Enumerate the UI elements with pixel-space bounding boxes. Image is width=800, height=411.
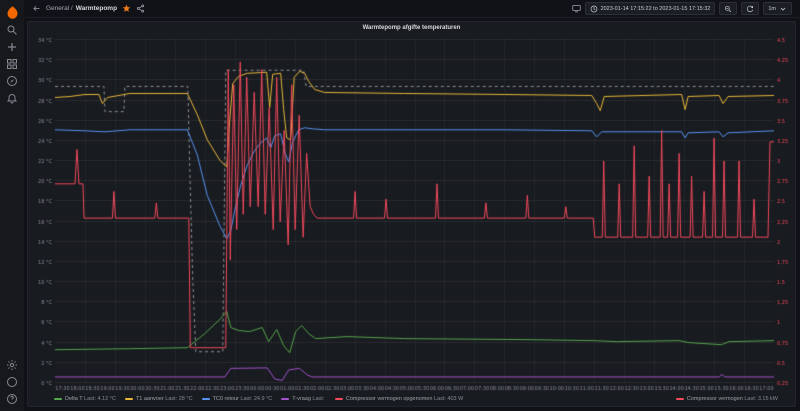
share-icon bbox=[136, 4, 145, 13]
sidebar-item-configuration[interactable] bbox=[3, 356, 21, 373]
grafana-app: General / Warmtepomp 2023-01-14 17:15:22… bbox=[0, 0, 800, 411]
refresh-icon bbox=[747, 5, 754, 12]
time-range-label: 2023-01-14 17:15:22 to 2023-01-15 17:15:… bbox=[600, 5, 711, 12]
legend-series-name: T1 aanvoer bbox=[135, 396, 164, 402]
breadcrumb: General / Warmtepomp bbox=[46, 5, 117, 12]
timeseries-chart[interactable] bbox=[28, 34, 795, 393]
refresh-interval-label: 1m bbox=[768, 5, 776, 12]
legend-left-group: Delta T Last: 4.12 °C T1 aanvoer Last: 28… bbox=[54, 393, 472, 405]
search-icon bbox=[7, 25, 17, 35]
sidebar-item-dashboards[interactable] bbox=[3, 55, 21, 72]
chart-legend: Delta T Last: 4.12 °C T1 aanvoer Last: 28… bbox=[28, 393, 795, 406]
cycle-view-button[interactable] bbox=[571, 4, 581, 13]
legend-series-name: Delta T bbox=[65, 396, 83, 402]
sidebar-item-user[interactable] bbox=[3, 373, 21, 390]
arrow-left-icon bbox=[33, 5, 40, 12]
dashboard-content: Warmtepomp afgifte temperaturen Delta T … bbox=[24, 18, 800, 411]
star-icon bbox=[122, 4, 131, 12]
legend-marker-icon bbox=[201, 397, 210, 400]
bell-icon bbox=[6, 93, 18, 103]
legend-item[interactable]: Delta T Last: 4.12 °C bbox=[54, 396, 116, 402]
legend-item[interactable]: Compressor vermogen opgenomen Last: 403 … bbox=[334, 396, 464, 402]
legend-last-value: Last: 28 °C bbox=[163, 396, 193, 402]
legend-right-group: Compressor vermogen Last: 3.15 kW bbox=[675, 393, 787, 405]
legend-marker-icon bbox=[675, 397, 684, 400]
legend-series-name: TC0 retour bbox=[212, 396, 239, 402]
legend-marker-icon bbox=[334, 397, 343, 400]
sidebar-item-help[interactable] bbox=[3, 390, 21, 407]
legend-item[interactable]: T1 aanvoer Last: 28 °C bbox=[124, 396, 193, 402]
legend-marker-icon bbox=[124, 397, 133, 400]
refresh-button[interactable] bbox=[741, 2, 760, 15]
legend-last-value: Last: bbox=[310, 396, 326, 402]
zoom-out-icon bbox=[725, 5, 732, 12]
sidebar-item-alerting[interactable] bbox=[3, 89, 21, 106]
legend-marker-icon bbox=[54, 397, 62, 400]
zoom-out-button[interactable] bbox=[719, 2, 738, 15]
clock-icon bbox=[590, 5, 597, 12]
tv-icon bbox=[571, 5, 581, 13]
back-button[interactable] bbox=[32, 4, 41, 13]
gear-icon bbox=[7, 359, 17, 370]
panel-warmtepomp: Warmtepomp afgifte temperaturen Delta T … bbox=[27, 21, 796, 407]
grafana-flame-icon bbox=[7, 6, 17, 19]
time-range-picker[interactable]: 2023-01-14 17:15:22 to 2023-01-15 17:15:… bbox=[584, 2, 716, 15]
topbar-right-controls: 2023-01-14 17:15:22 to 2023-01-15 17:15:… bbox=[571, 2, 792, 15]
legend-last-value: Last: 3.15 kW bbox=[742, 396, 778, 402]
favorite-star-button[interactable] bbox=[122, 4, 131, 13]
topbar: General / Warmtepomp 2023-01-14 17:15:22… bbox=[24, 0, 800, 18]
compass-icon bbox=[7, 75, 17, 86]
legend-series-name: Compressor vermogen opgenomen bbox=[345, 396, 433, 402]
refresh-interval-dropdown[interactable]: 1m bbox=[763, 2, 792, 15]
sidebar-item-search[interactable] bbox=[3, 21, 21, 38]
legend-item[interactable]: T-vraag Last: bbox=[281, 396, 326, 402]
sidebar-item-create[interactable] bbox=[3, 38, 21, 55]
legend-last-value: Last: 4.12 °C bbox=[82, 396, 116, 402]
panel-title[interactable]: Warmtepomp afgifte temperaturen bbox=[28, 22, 795, 34]
plus-icon bbox=[8, 42, 16, 51]
share-button[interactable] bbox=[136, 4, 145, 13]
apps-grid-icon bbox=[7, 58, 17, 69]
legend-last-value: Last: 24.9 °C bbox=[238, 396, 273, 402]
sidebar bbox=[0, 0, 24, 411]
breadcrumb-folder[interactable]: General / bbox=[46, 5, 73, 12]
sidebar-item-explore[interactable] bbox=[3, 72, 21, 89]
legend-item[interactable]: TC0 retour Last: 24.9 °C bbox=[201, 396, 273, 402]
help-icon bbox=[7, 393, 17, 404]
legend-series-name: T-vraag bbox=[292, 396, 311, 402]
chevron-down-icon bbox=[780, 7, 786, 11]
breadcrumb-title[interactable]: Warmtepomp bbox=[76, 5, 117, 12]
legend-item[interactable]: Compressor vermogen Last: 3.15 kW bbox=[675, 396, 778, 402]
user-avatar-icon bbox=[7, 376, 17, 387]
legend-last-value: Last: 403 W bbox=[432, 396, 464, 402]
grafana-logo[interactable] bbox=[3, 4, 21, 21]
legend-marker-icon bbox=[281, 397, 290, 400]
legend-series-name: Compressor vermogen bbox=[686, 396, 743, 402]
main-area: General / Warmtepomp 2023-01-14 17:15:22… bbox=[24, 0, 800, 411]
